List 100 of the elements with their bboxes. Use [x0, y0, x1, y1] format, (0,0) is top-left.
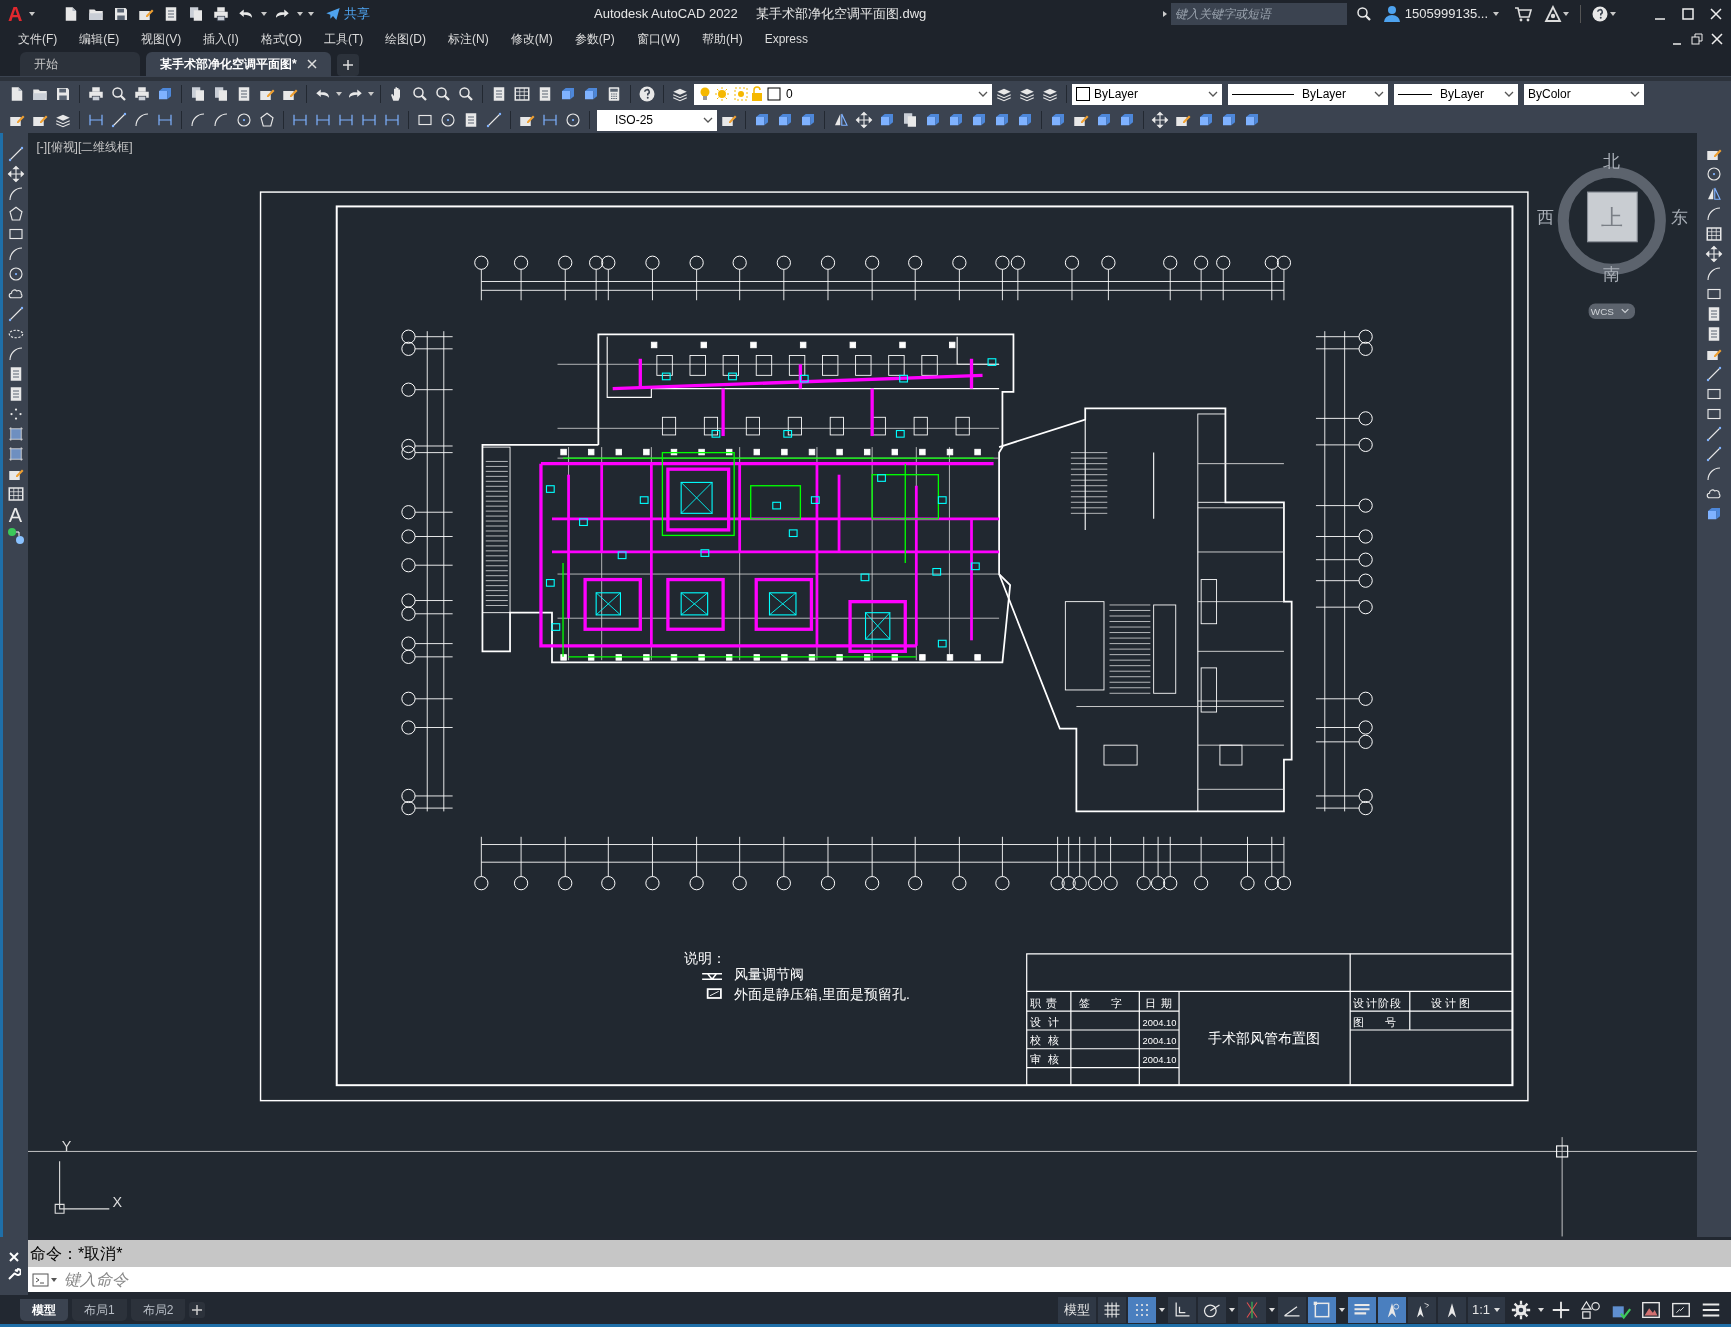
- wrench-icon[interactable]: [7, 1267, 21, 1281]
- close-icon[interactable]: [1709, 7, 1723, 21]
- chevron-icon[interactable]: [703, 115, 713, 125]
- circle-icon[interactable]: [235, 111, 253, 129]
- move-icon[interactable]: [1151, 111, 1169, 129]
- circle-icon[interactable]: [439, 111, 457, 129]
- lineweight-dropdown[interactable]: ByLayer: [1394, 83, 1518, 105]
- chevron-icon[interactable]: [1630, 89, 1640, 99]
- arc-icon[interactable]: [212, 111, 230, 129]
- layout-tab[interactable]: 布局2: [130, 1298, 186, 1321]
- line-icon[interactable]: [1705, 445, 1723, 463]
- layer-state-icons[interactable]: [698, 86, 782, 102]
- arc-icon[interactable]: [6, 345, 25, 363]
- move-icon[interactable]: [6, 165, 25, 183]
- arc-icon[interactable]: [189, 111, 207, 129]
- color-dropdown[interactable]: ByLayer: [1072, 83, 1222, 105]
- compass-label[interactable]: 西: [1537, 208, 1555, 227]
- arc-icon[interactable]: [1705, 265, 1723, 283]
- line-icon[interactable]: [6, 305, 25, 323]
- ucs-menu-button[interactable]: WCS: [1588, 303, 1635, 320]
- restore-icon[interactable]: [1691, 33, 1703, 45]
- help-icon[interactable]: [638, 85, 656, 103]
- chevron-icon[interactable]: [1208, 89, 1218, 99]
- layout-tab[interactable]: 模型: [20, 1298, 68, 1321]
- polygon-icon[interactable]: [258, 111, 276, 129]
- close-icon[interactable]: [306, 59, 317, 69]
- caret-icon[interactable]: [1337, 1305, 1346, 1314]
- angle-icon[interactable]: [1277, 1296, 1306, 1323]
- caret-icon[interactable]: [335, 90, 343, 98]
- menu-item[interactable]: 修改(M): [510, 30, 553, 48]
- search-field[interactable]: 键入关键字或短语: [1170, 3, 1347, 25]
- layout-tab[interactable]: 布局1: [72, 1298, 127, 1321]
- circle-icon[interactable]: [564, 111, 582, 129]
- caret-icon[interactable]: [1609, 10, 1617, 18]
- user-icon[interactable]: [1382, 5, 1401, 23]
- caret-icon[interactable]: [1157, 1305, 1166, 1314]
- table-icon[interactable]: [1705, 225, 1723, 243]
- table-icon[interactable]: [513, 85, 531, 103]
- printer-icon[interactable]: [87, 85, 105, 103]
- copy-icon[interactable]: [189, 85, 207, 103]
- network-icon[interactable]: [1544, 5, 1562, 23]
- paper-plane-icon[interactable]: [325, 6, 342, 22]
- layer-dropdown[interactable]: 0: [694, 83, 992, 105]
- copy-icon[interactable]: [212, 85, 230, 103]
- line-icon[interactable]: [1705, 425, 1723, 443]
- mirror-icon[interactable]: [1705, 185, 1723, 203]
- insert-block-icon[interactable]: [6, 527, 25, 545]
- help-icon[interactable]: [1591, 5, 1609, 23]
- annotation-icon[interactable]: [1377, 1296, 1406, 1323]
- arc-icon[interactable]: [6, 185, 25, 203]
- line-icon[interactable]: [6, 145, 25, 163]
- line-icon[interactable]: [1705, 365, 1723, 383]
- printer-icon[interactable]: [212, 5, 231, 23]
- chevron-icon[interactable]: [1504, 89, 1514, 99]
- document-tab[interactable]: 开始: [20, 52, 140, 76]
- linetype-dropdown[interactable]: ByLayer: [1228, 83, 1388, 105]
- hatch-icon[interactable]: [6, 425, 25, 443]
- annotation-scale-icon[interactable]: [1437, 1296, 1466, 1323]
- caret-icon[interactable]: [260, 10, 269, 18]
- maximize-icon[interactable]: [1681, 7, 1695, 21]
- magnifier-icon[interactable]: [110, 85, 128, 103]
- caret-icon[interactable]: [1493, 1305, 1501, 1314]
- magnifier-icon[interactable]: [411, 85, 429, 103]
- chevron-icon[interactable]: [1374, 89, 1384, 99]
- move-icon[interactable]: [1705, 245, 1723, 263]
- text-tool[interactable]: A: [8, 505, 23, 525]
- printer-icon[interactable]: [133, 85, 151, 103]
- table-icon[interactable]: [6, 485, 25, 503]
- menu-item[interactable]: 插入(I): [203, 30, 239, 48]
- arc-icon[interactable]: [6, 245, 25, 263]
- dimension-style-dropdown[interactable]: ISO-25: [597, 109, 717, 131]
- arc-icon[interactable]: [1705, 205, 1723, 223]
- polar-icon[interactable]: [1197, 1296, 1226, 1323]
- annotation-scale-button[interactable]: 1:1: [1467, 1296, 1505, 1323]
- circle-icon[interactable]: [1705, 165, 1723, 183]
- new-tab-button[interactable]: [336, 54, 359, 76]
- menu-item[interactable]: 视图(V): [141, 30, 182, 48]
- polygon-icon[interactable]: [6, 205, 25, 223]
- close-icon[interactable]: [1711, 33, 1723, 45]
- shapes-icon[interactable]: [1580, 1298, 1602, 1321]
- gear-icon[interactable]: [1510, 1298, 1532, 1321]
- compass-label[interactable]: 东: [1670, 208, 1688, 227]
- share-button[interactable]: 共享: [325, 4, 371, 24]
- caret-icon[interactable]: [367, 90, 375, 98]
- tracking-icon[interactable]: [1237, 1296, 1266, 1323]
- magnifier-icon[interactable]: [1354, 5, 1373, 23]
- circle-icon[interactable]: [6, 265, 25, 283]
- expand-arrow-icon[interactable]: [1160, 10, 1169, 18]
- viewcube-face[interactable]: [1587, 191, 1638, 243]
- menu-item[interactable]: 编辑(E): [79, 30, 120, 48]
- autoscale-icon[interactable]: [1407, 1296, 1436, 1323]
- object-snap-icon[interactable]: [1307, 1296, 1336, 1323]
- document-tab[interactable]: 某手术部净化空调平面图*: [146, 52, 331, 76]
- arc-icon[interactable]: [1705, 465, 1723, 483]
- grid-icon[interactable]: [1097, 1296, 1126, 1323]
- cart-icon[interactable]: [1514, 5, 1532, 23]
- add-layout-button[interactable]: [189, 1301, 206, 1318]
- mirror-icon[interactable]: [832, 111, 850, 129]
- viewport-controls[interactable]: [-][俯视][二维线框]: [36, 140, 133, 155]
- menu-item[interactable]: 文件(F): [18, 30, 58, 48]
